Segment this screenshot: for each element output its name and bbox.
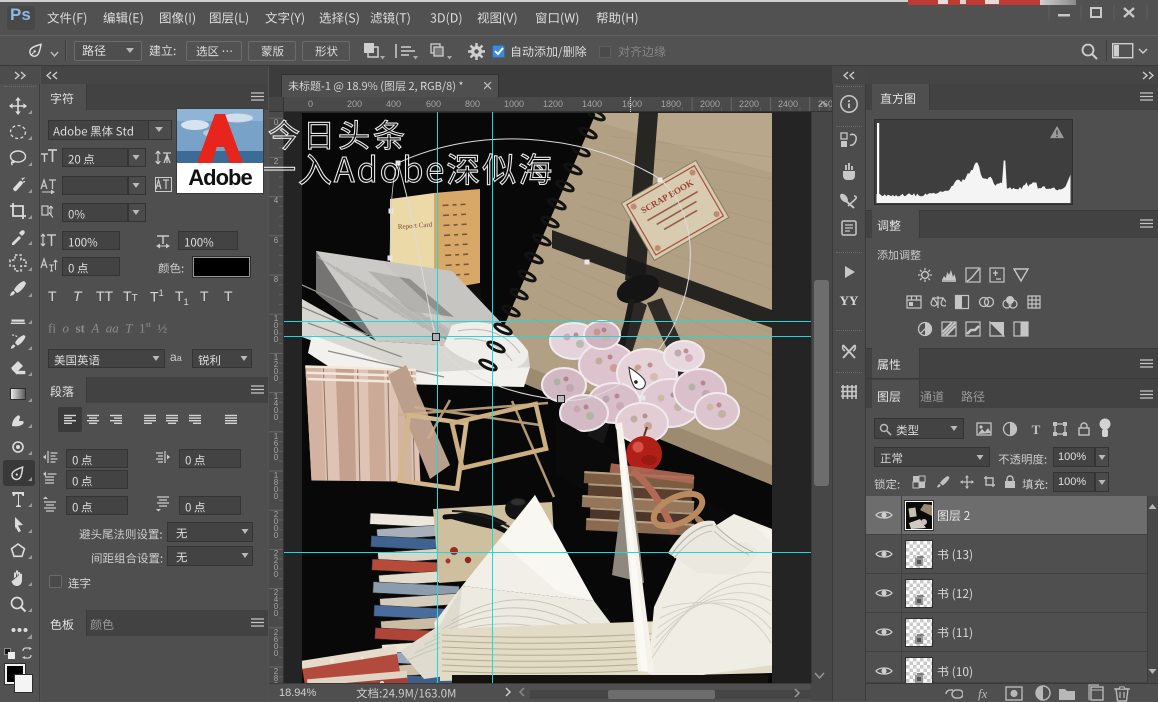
svg-text:T: T [1032, 422, 1041, 437]
svg-text:fx: fx [978, 686, 988, 701]
svg-text:YY: YY [840, 293, 859, 308]
svg-text:Adobe: Adobe [188, 165, 252, 190]
